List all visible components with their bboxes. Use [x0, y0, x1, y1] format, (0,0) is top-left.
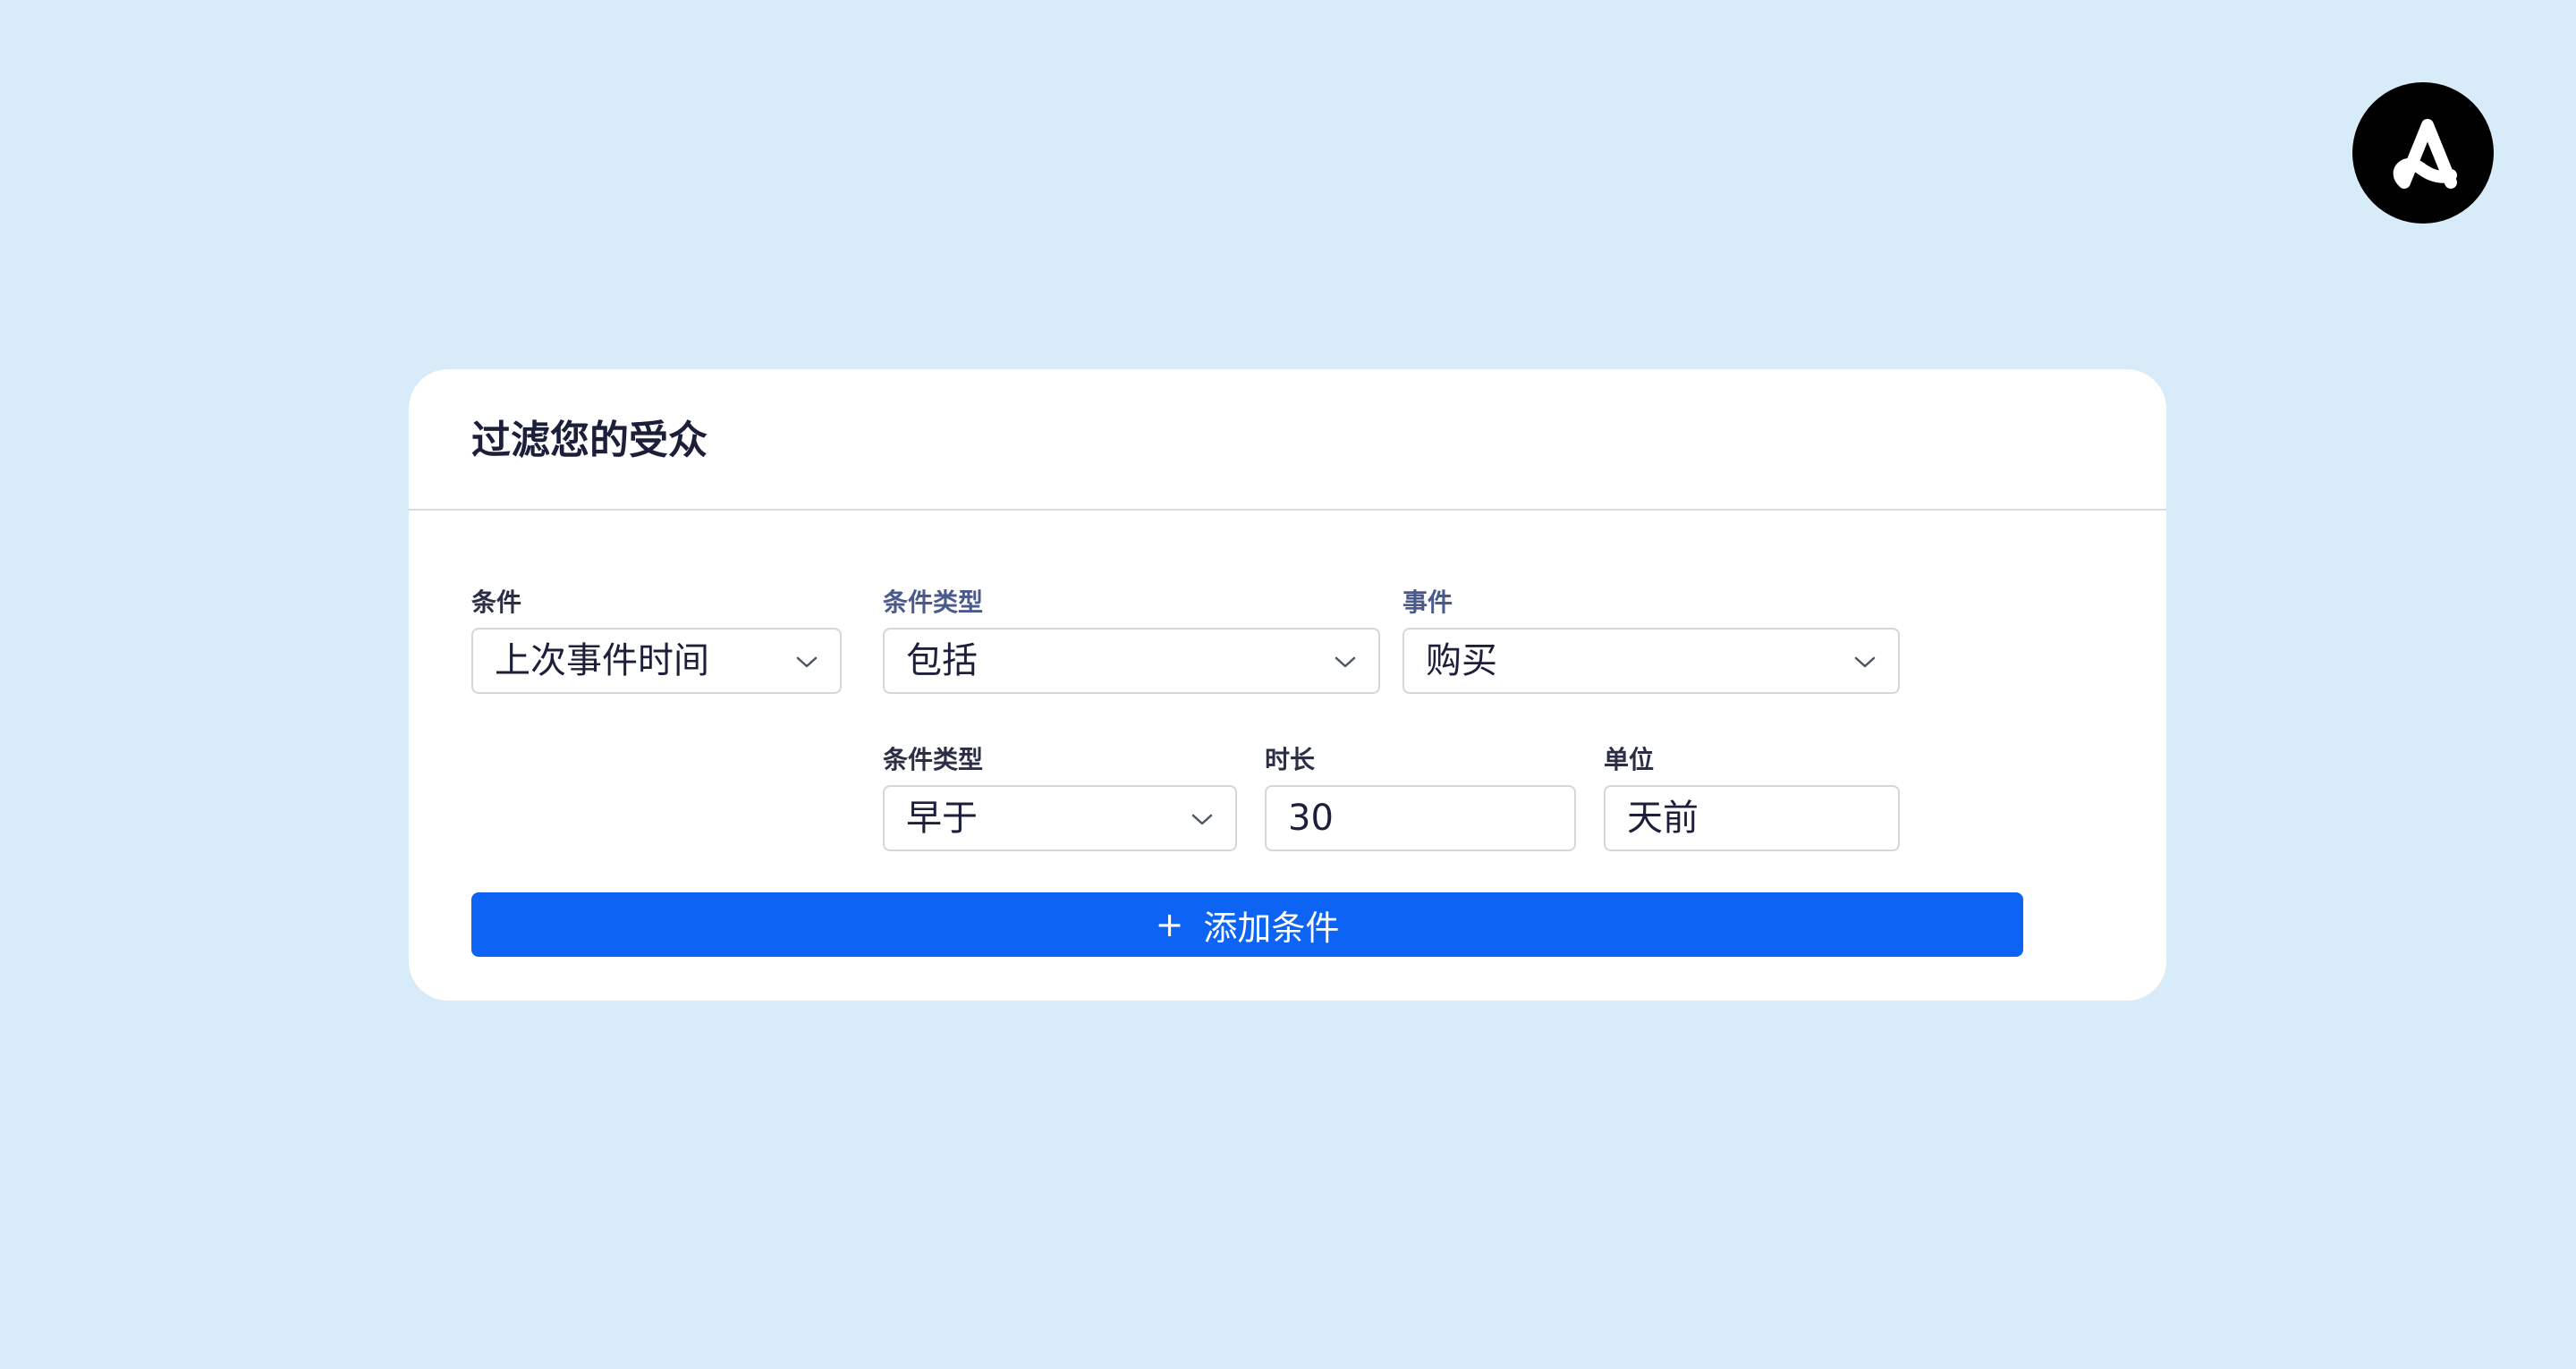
add-condition-button[interactable]: + 添加条件 — [471, 892, 2023, 957]
event-select-value: 购买 — [1426, 640, 1497, 681]
condition-type-select[interactable]: 包括 — [883, 628, 1380, 694]
filter-audience-card: 过滤您的受众 条件 上次事件时间 条件类型 包括 事件 购买 条件类型 早于 时… — [409, 369, 2166, 1001]
condition-select-value: 上次事件时间 — [495, 640, 709, 681]
card-title: 过滤您的受众 — [471, 418, 708, 463]
unit-input-value: 天前 — [1627, 798, 1699, 839]
condition-type-label: 条件类型 — [883, 587, 984, 617]
chevron-down-icon — [1334, 653, 1357, 671]
condition-label: 条件 — [471, 587, 522, 617]
condition-type-select-2[interactable]: 早于 — [883, 785, 1237, 851]
card-header: 过滤您的受众 — [409, 369, 2166, 511]
condition-select[interactable]: 上次事件时间 — [471, 628, 842, 694]
duration-label: 时长 — [1265, 745, 1316, 774]
unit-label: 单位 — [1604, 745, 1655, 774]
chevron-down-icon — [1853, 653, 1877, 671]
unit-input[interactable]: 天前 — [1604, 785, 1900, 851]
condition-type-label-2: 条件类型 — [883, 745, 984, 774]
chevron-down-icon — [1191, 810, 1214, 828]
duration-input-value: 30 — [1288, 798, 1334, 839]
add-condition-label: 添加条件 — [1203, 908, 1340, 948]
event-select[interactable]: 购买 — [1402, 628, 1900, 694]
chevron-down-icon — [795, 653, 818, 671]
condition-type-select-2-value: 早于 — [906, 798, 978, 839]
plus-icon: + — [1155, 905, 1184, 944]
brand-logo — [2352, 82, 2494, 224]
adobe-a-logo-icon — [2393, 119, 2457, 189]
event-label: 事件 — [1402, 587, 1453, 617]
duration-input[interactable]: 30 — [1265, 785, 1576, 851]
condition-type-select-value: 包括 — [906, 640, 978, 681]
